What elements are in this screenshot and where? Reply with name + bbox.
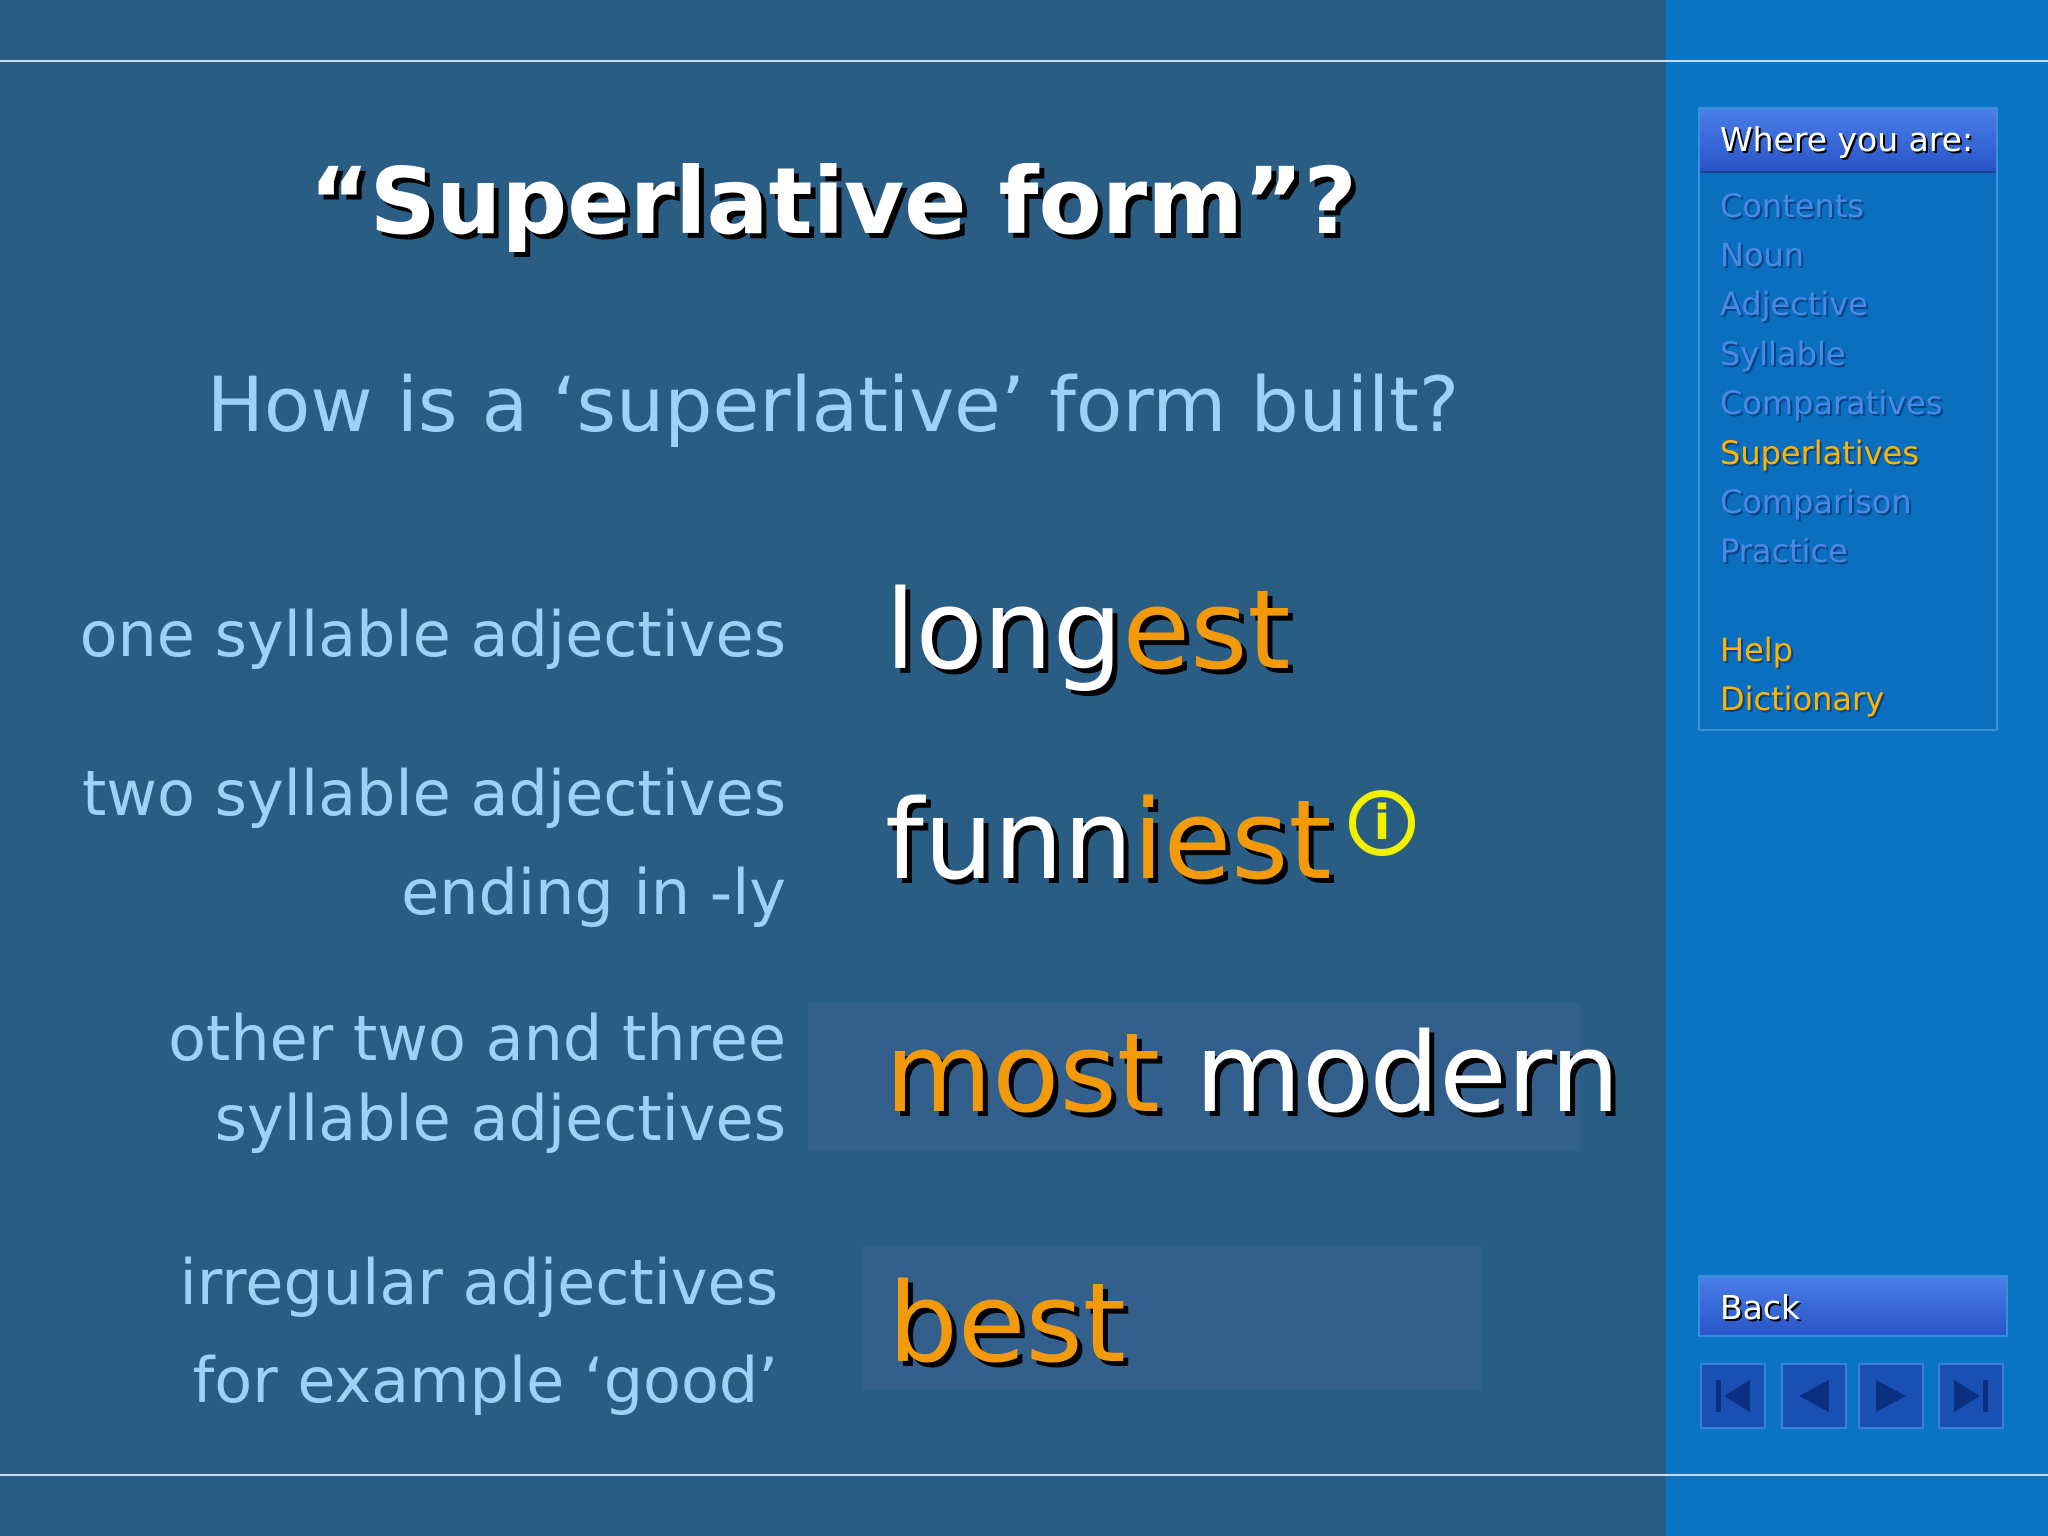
label-other-syllable-2: syllable adjectives <box>214 1082 786 1155</box>
example-longest: longest <box>885 575 1291 685</box>
nav-item-adjective[interactable]: Adjective <box>1720 285 1868 323</box>
label-two-syllable: two syllable adjectives <box>81 757 786 830</box>
nav-item-help[interactable]: Help <box>1720 631 1793 669</box>
nav-item-comparison[interactable]: Comparison <box>1720 483 1912 521</box>
word-suffix: est <box>1122 566 1291 694</box>
previous-icon <box>1799 1380 1829 1412</box>
navigation-heading: Where you are: <box>1700 109 1996 173</box>
word-prefix: most <box>885 1009 1160 1137</box>
first-slide-button[interactable] <box>1700 1363 1766 1429</box>
first-icon <box>1716 1380 1750 1412</box>
example-funniest: funniest <box>885 785 1332 895</box>
back-button[interactable]: Back <box>1698 1275 2008 1337</box>
example-most-modern: most modern <box>885 1018 1620 1128</box>
last-slide-button[interactable] <box>1938 1363 2004 1429</box>
label-other-syllable-1: other two and three <box>168 1002 786 1075</box>
bottom-divider <box>0 1474 2048 1476</box>
navigation-box: Where you are: Contents Noun Adjective S… <box>1698 107 1998 731</box>
nav-item-contents[interactable]: Contents <box>1720 187 1864 225</box>
nav-item-dictionary[interactable]: Dictionary <box>1720 680 1884 718</box>
nav-item-noun[interactable]: Noun <box>1720 236 1804 274</box>
info-icon[interactable]: i <box>1349 790 1415 856</box>
nav-item-superlatives[interactable]: Superlatives <box>1720 434 1919 472</box>
next-slide-button[interactable] <box>1858 1363 1924 1429</box>
slide-title: “Superlative form”? <box>309 148 1357 255</box>
nav-item-practice[interactable]: Practice <box>1720 532 1848 570</box>
nav-item-syllable[interactable]: Syllable <box>1720 335 1846 373</box>
word-base: funn <box>885 776 1133 904</box>
last-icon <box>1954 1380 1988 1412</box>
nav-item-comparatives[interactable]: Comparatives <box>1720 384 1943 422</box>
word-base: long <box>885 566 1123 694</box>
label-example-good: for example ‘good’ <box>192 1344 778 1417</box>
example-best: best <box>888 1259 1126 1387</box>
label-ending-ly: ending in -ly <box>401 856 786 929</box>
word-base: modern <box>1194 1009 1620 1137</box>
label-one-syllable: one syllable adjectives <box>79 598 786 671</box>
next-icon <box>1876 1380 1906 1412</box>
previous-slide-button[interactable] <box>1781 1363 1847 1429</box>
top-divider <box>0 60 2048 62</box>
slide-question: How is a ‘superlative’ form built? <box>206 360 1460 449</box>
label-irregular: irregular adjectives <box>179 1246 778 1319</box>
word-suffix: iest <box>1132 776 1332 904</box>
